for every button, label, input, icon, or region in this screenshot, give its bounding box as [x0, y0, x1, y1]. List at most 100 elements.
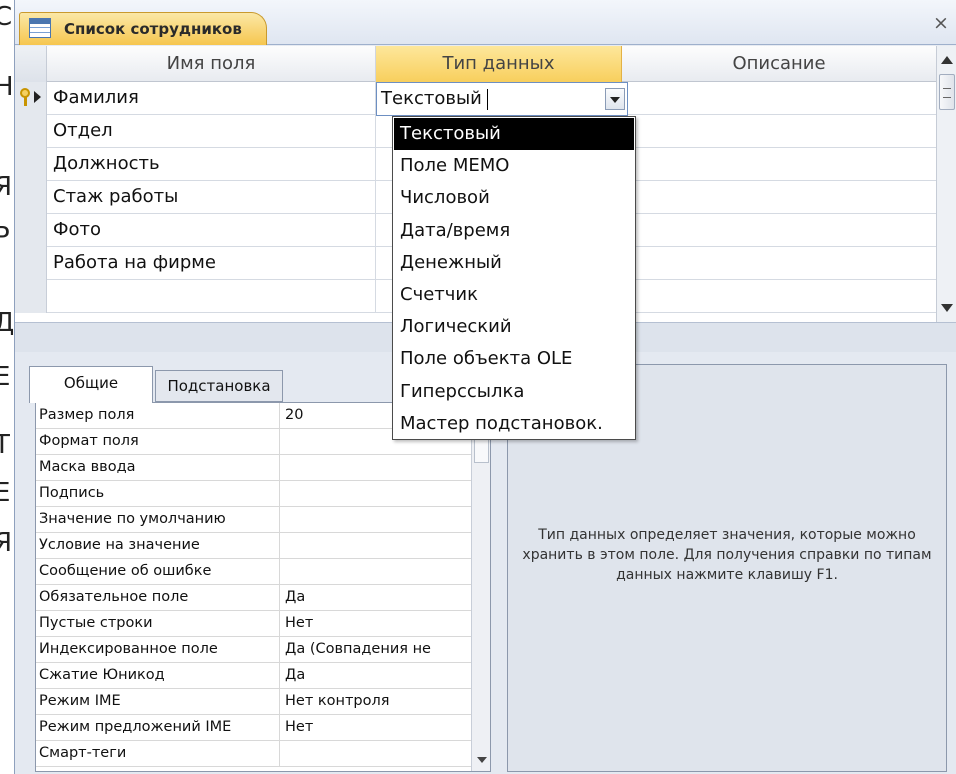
table-design-window: Список сотрудников × Имя поля Тип данных…	[14, 0, 956, 774]
data-type-option[interactable]: Поле MEMO	[394, 150, 634, 182]
property-value[interactable]	[281, 741, 471, 767]
scrollbar-thumb[interactable]	[939, 74, 955, 110]
column-header-field-name[interactable]: Имя поля	[47, 46, 376, 82]
background-letter: І	[0, 118, 2, 148]
data-type-combo[interactable]: Текстовый	[376, 82, 628, 116]
field-name-cell[interactable]: Фамилия	[47, 82, 376, 115]
document-tab-title: Список сотрудников	[64, 20, 242, 38]
property-label: Обязательное поле	[36, 585, 280, 611]
field-name-cell[interactable]: Фото	[47, 214, 376, 247]
data-type-option[interactable]: Числовой	[394, 182, 634, 214]
text-cursor	[487, 89, 488, 110]
data-type-option[interactable]: Мастер подстановок.	[394, 408, 634, 440]
property-row[interactable]: Режим предложений IME Нет	[36, 715, 471, 741]
data-type-option[interactable]: Счетчик	[394, 279, 634, 311]
background-letter: Е	[0, 478, 11, 508]
property-row[interactable]: Пустые строки Нет	[36, 611, 471, 637]
description-cell[interactable]	[622, 181, 936, 214]
property-row[interactable]: Маска ввода	[36, 455, 471, 481]
row-selector[interactable]	[15, 280, 47, 313]
data-type-option[interactable]: Логический	[394, 311, 634, 343]
property-label: Сообщение об ошибке	[36, 559, 280, 585]
grid-select-all[interactable]	[15, 46, 47, 82]
table-icon	[29, 18, 51, 38]
data-type-option[interactable]: Поле объекта OLE	[394, 343, 634, 375]
property-value[interactable]	[281, 455, 471, 481]
row-selector[interactable]	[15, 214, 47, 247]
background-letter: Я	[0, 172, 13, 202]
document-tab[interactable]: Список сотрудников	[19, 12, 267, 45]
data-type-combo-value[interactable]: Текстовый	[381, 83, 482, 115]
close-icon[interactable]: ×	[931, 13, 951, 33]
property-row[interactable]: Сообщение об ошибке	[36, 559, 471, 585]
data-type-option[interactable]: Дата/время	[394, 215, 634, 247]
property-value[interactable]: Нет	[281, 715, 471, 741]
property-label: Условие на значение	[36, 533, 280, 559]
property-row[interactable]: Обязательное поле Да	[36, 585, 471, 611]
description-cell[interactable]	[622, 280, 936, 313]
property-value[interactable]: Да	[281, 585, 471, 611]
grid-header: Имя поля Тип данных Описание	[15, 46, 936, 82]
description-cell[interactable]	[622, 82, 936, 115]
scroll-down-icon[interactable]	[937, 298, 956, 318]
property-label: Сжатие Юникод	[36, 663, 280, 689]
background-letter: Я	[0, 528, 13, 558]
data-type-option[interactable]: Текстовый	[394, 118, 634, 151]
row-selector[interactable]	[15, 82, 47, 115]
property-value[interactable]	[281, 481, 471, 507]
field-name-cell[interactable]	[47, 280, 376, 313]
property-row[interactable]: Условие на значение	[36, 533, 471, 559]
description-cell[interactable]	[622, 214, 936, 247]
scroll-up-icon[interactable]	[937, 50, 956, 70]
document-tab-bar: Список сотрудников ×	[15, 0, 956, 45]
row-selector[interactable]	[15, 247, 47, 280]
tab-general[interactable]: Общие	[29, 366, 153, 403]
field-name-cell[interactable]: Должность	[47, 148, 376, 181]
row-selector-arrow-icon	[34, 91, 41, 103]
field-name-cell[interactable]: Работа на фирме	[47, 247, 376, 280]
field-name-cell[interactable]: Стаж работы	[47, 181, 376, 214]
help-text: Тип данных определяет значения, которые …	[522, 527, 932, 583]
property-value[interactable]	[281, 559, 471, 585]
property-value[interactable]	[281, 507, 471, 533]
property-label: Смарт-теги	[36, 741, 280, 767]
description-cell[interactable]	[622, 148, 936, 181]
property-row[interactable]: Значение по умолчанию	[36, 507, 471, 533]
property-row[interactable]: Подпись	[36, 481, 471, 507]
background-letter: Е	[0, 362, 11, 392]
property-value[interactable]: Да (Совпадения не	[281, 637, 471, 663]
property-label: Режим IME	[36, 689, 280, 715]
property-row[interactable]: Смарт-теги	[36, 741, 471, 767]
tab-lookup[interactable]: Подстановка	[155, 370, 283, 402]
row-selector[interactable]	[15, 115, 47, 148]
column-header-description[interactable]: Описание	[622, 46, 936, 82]
property-value[interactable]: Нет	[281, 611, 471, 637]
background-letter: С	[0, 2, 13, 32]
column-header-data-type[interactable]: Тип данных	[376, 46, 622, 82]
background-letter: Н	[0, 72, 14, 102]
property-row[interactable]: Режим IME Нет контроля	[36, 689, 471, 715]
primary-key-icon	[19, 88, 45, 108]
property-label: Значение по умолчанию	[36, 507, 280, 533]
property-value[interactable]: Нет контроля	[281, 689, 471, 715]
data-type-dropdown-list[interactable]: Текстовый Поле MEMO Числовой Дата/время Дене…	[392, 116, 636, 440]
property-row[interactable]: Индексированное поле Да (Совпадения не	[36, 637, 471, 663]
description-cell[interactable]	[622, 115, 936, 148]
data-type-option[interactable]: Денежный	[394, 247, 634, 279]
row-selector[interactable]	[15, 148, 47, 181]
property-row[interactable]: Сжатие Юникод Да	[36, 663, 471, 689]
grid-vertical-scrollbar[interactable]	[936, 46, 956, 322]
description-cell[interactable]	[622, 247, 936, 280]
data-type-option[interactable]: Гиперссылка	[394, 376, 634, 408]
row-selector[interactable]	[15, 181, 47, 214]
background-letter: Р	[0, 222, 10, 252]
properties-scrollbar[interactable]	[471, 403, 490, 771]
property-value[interactable]	[281, 533, 471, 559]
field-name-cell[interactable]: Отдел	[47, 115, 376, 148]
properties-sheet: Размер поля 20 Формат поля Маска ввода Подпи…	[35, 402, 491, 772]
chevron-down-icon[interactable]	[605, 88, 625, 110]
property-value[interactable]: Да	[281, 663, 471, 689]
scroll-down-icon[interactable]	[477, 757, 487, 763]
property-label: Размер поля	[36, 403, 280, 429]
property-label: Режим предложений IME	[36, 715, 280, 741]
